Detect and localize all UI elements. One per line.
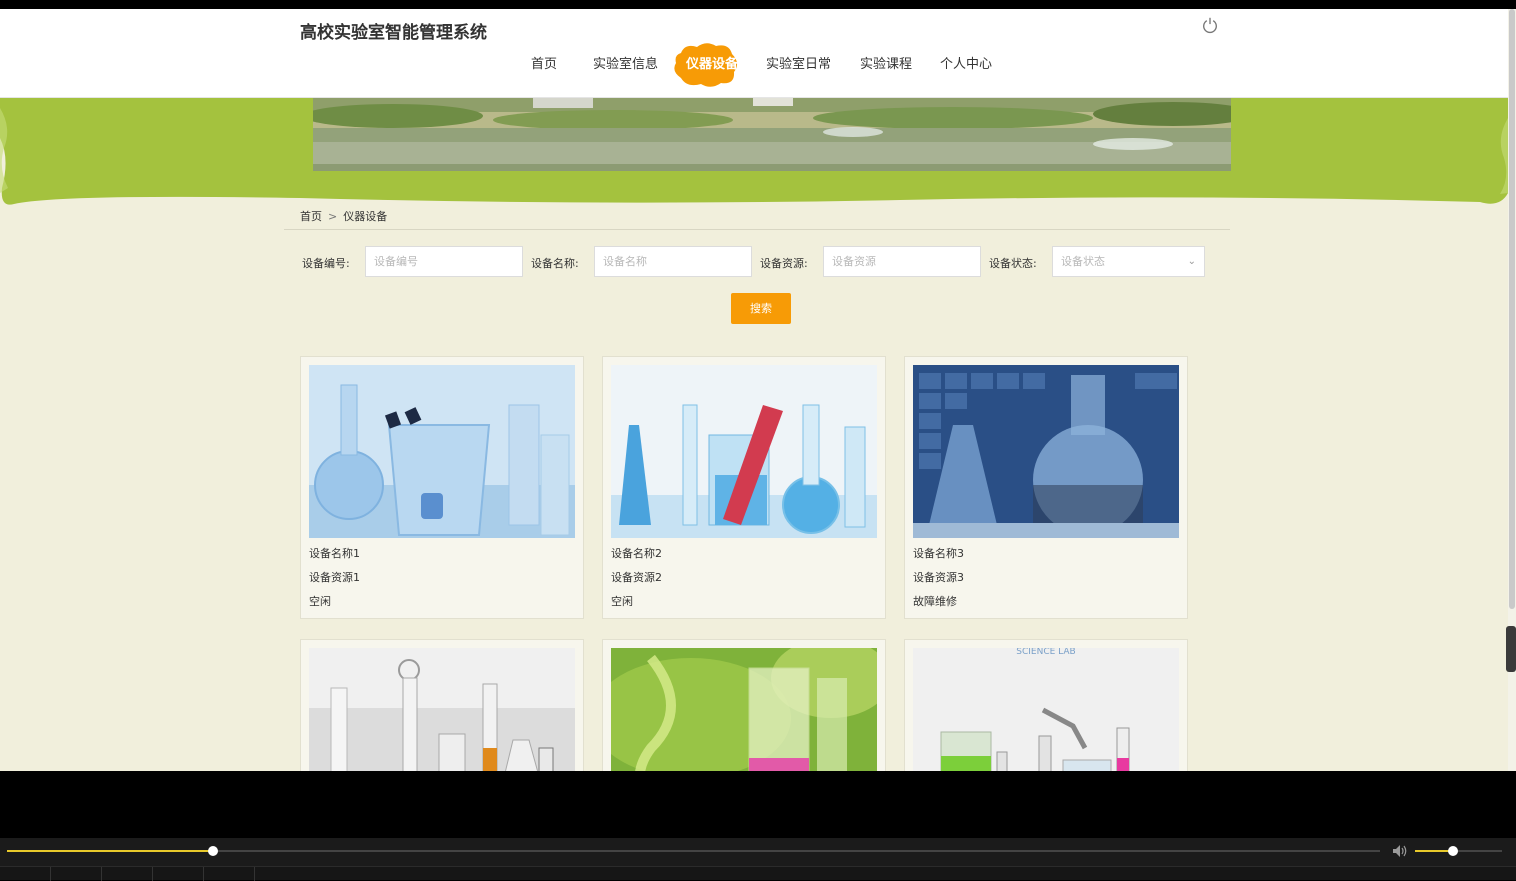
equipment-image <box>309 648 575 771</box>
breadcrumb-home[interactable]: 首页 <box>300 210 322 223</box>
search-label-status: 设备状态: <box>989 257 1037 270</box>
card-equipment-name: 设备名称3 <box>913 547 964 560</box>
search-select-status[interactable]: 设备状态 ⌄ <box>1052 246 1205 277</box>
search-label-resource: 设备资源: <box>760 257 808 270</box>
nav-item-profile[interactable]: 个人中心 <box>940 45 992 85</box>
equipment-image <box>309 365 575 538</box>
player-button-divider <box>254 867 255 881</box>
science-lab-caption: SCIENCE LAB <box>1016 648 1075 657</box>
scrollbar-thumb[interactable] <box>1509 9 1515 609</box>
breadcrumb: 首页 > 仪器设备 <box>300 208 387 224</box>
nav-item-label: 实验室日常 <box>766 57 832 72</box>
card-equipment-status: 空闲 <box>611 595 633 608</box>
search-label-name: 设备名称: <box>531 257 579 270</box>
volume-handle[interactable] <box>1448 846 1459 856</box>
equipment-image <box>611 648 877 771</box>
divider <box>284 229 1230 230</box>
side-drag-handle[interactable] <box>1506 626 1516 672</box>
player-button-row <box>0 866 1516 881</box>
search-input-resource[interactable] <box>823 246 981 277</box>
equipment-card[interactable]: 设备名称1 设备资源1 空闲 <box>300 356 584 619</box>
nav-item-label: 首页 <box>531 57 558 72</box>
card-equipment-name: 设备名称1 <box>309 547 360 560</box>
card-equipment-resource: 设备资源1 <box>309 571 360 584</box>
site-header: 高校实验室智能管理系统 首页 实验室信息 仪器设备 实验室日常 实验课程 个人中… <box>0 9 1508 98</box>
equipment-card[interactable] <box>602 639 886 771</box>
volume-icon[interactable] <box>1392 844 1408 858</box>
equipment-image <box>611 365 877 538</box>
card-equipment-name: 设备名称2 <box>611 547 662 560</box>
chevron-down-icon: ⌄ <box>1187 256 1196 267</box>
search-select-placeholder: 设备状态 <box>1061 255 1105 268</box>
nav-item-equipment[interactable]: 仪器设备 <box>674 43 747 87</box>
player-button-divider <box>203 867 204 881</box>
search-input-name[interactable] <box>594 246 752 277</box>
breadcrumb-separator: > <box>328 210 338 223</box>
card-equipment-status: 空闲 <box>309 595 331 608</box>
nav-item-home[interactable]: 首页 <box>531 45 557 85</box>
equipment-card[interactable]: 设备名称3 设备资源3 故障维修 <box>904 356 1188 619</box>
equipment-image <box>913 365 1179 538</box>
nav-item-label: 实验室信息 <box>593 57 659 72</box>
nav-item-label: 仪器设备 <box>685 57 738 72</box>
equipment-card[interactable] <box>300 639 584 771</box>
nav-item-lab-info[interactable]: 实验室信息 <box>593 45 659 85</box>
player-button-divider <box>101 867 102 881</box>
player-button-divider <box>50 867 51 881</box>
seek-progress <box>7 850 213 852</box>
player-button-divider <box>152 867 153 881</box>
nav-item-label: 个人中心 <box>940 57 993 72</box>
nav-item-lab-daily[interactable]: 实验室日常 <box>766 45 832 85</box>
equipment-card[interactable]: SCIENCE LAB <box>904 639 1188 771</box>
card-equipment-resource: 设备资源2 <box>611 571 662 584</box>
power-icon[interactable] <box>1201 16 1219 34</box>
browser-viewport: 高校实验室智能管理系统 首页 实验室信息 仪器设备 实验室日常 实验课程 个人中… <box>0 9 1508 771</box>
video-player-controls <box>0 838 1516 881</box>
search-input-code[interactable] <box>365 246 523 277</box>
card-equipment-status: 故障维修 <box>913 595 957 608</box>
nav-item-label: 实验课程 <box>860 57 913 72</box>
breadcrumb-current: 仪器设备 <box>343 210 388 223</box>
nav-item-courses[interactable]: 实验课程 <box>860 45 912 85</box>
search-label-code: 设备编号: <box>302 257 350 270</box>
card-equipment-resource: 设备资源3 <box>913 571 964 584</box>
site-title: 高校实验室智能管理系统 <box>300 23 487 43</box>
seek-handle[interactable] <box>207 846 218 856</box>
equipment-card[interactable]: 设备名称2 设备资源2 空闲 <box>602 356 886 619</box>
equipment-image: SCIENCE LAB <box>913 648 1179 771</box>
search-button[interactable]: 搜索 <box>731 293 791 324</box>
banner-landscape-image <box>313 98 1231 171</box>
